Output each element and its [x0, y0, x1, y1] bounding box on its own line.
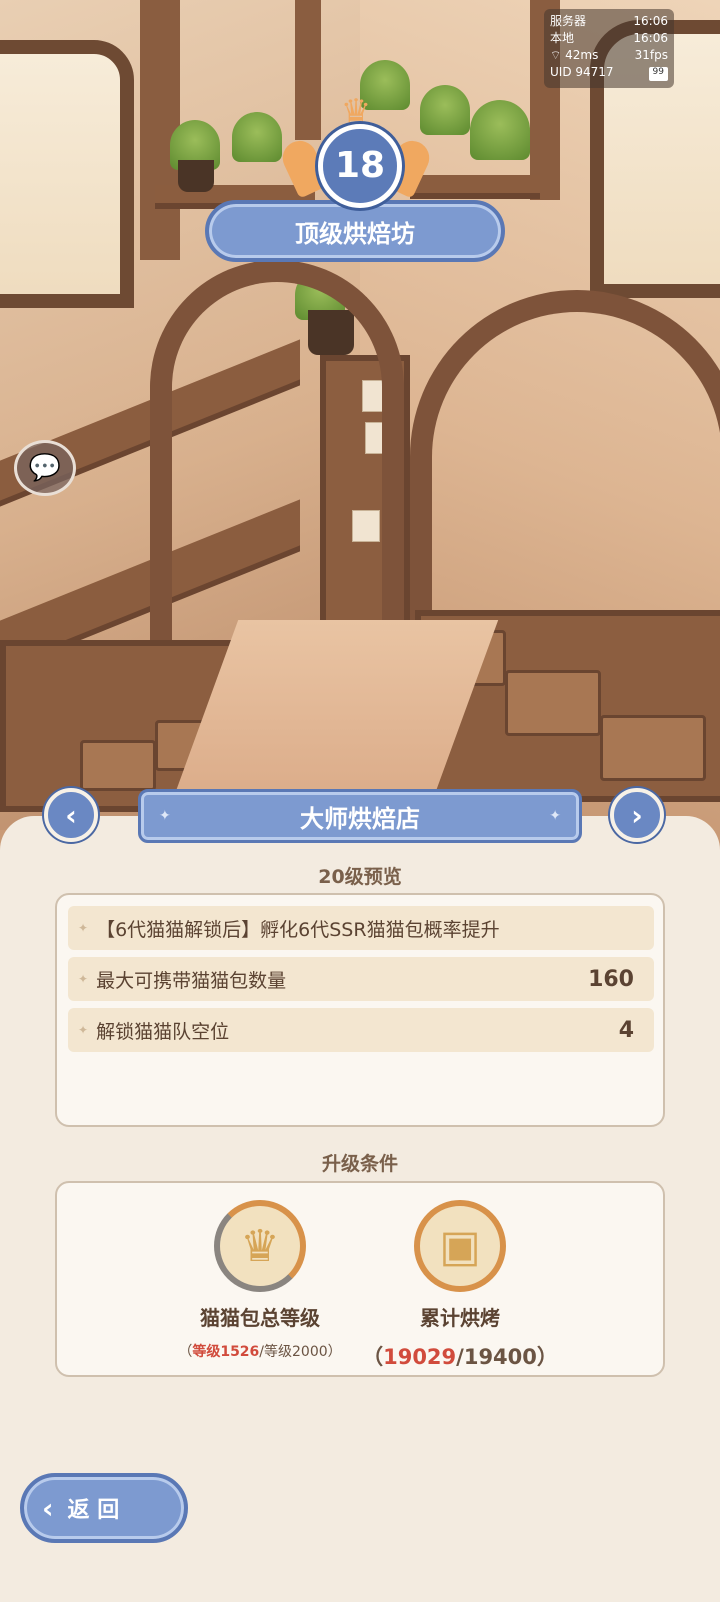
paren-close: ） [536, 1345, 558, 1369]
perk-preview-card: ✦ 【6代猫猫解锁后】孵化6代SSR猫猫包概率提升 ✦ 最大可携带猫猫包数量 1… [55, 893, 665, 1127]
back-button[interactable]: ‹ 返 回 [20, 1473, 188, 1543]
next-level-button[interactable]: › [610, 788, 664, 842]
paren-open: （ [362, 1345, 384, 1369]
perk-value: 160 [588, 966, 634, 992]
uid-text: UID 94717 [550, 65, 614, 79]
fps-value: 31fps [634, 48, 668, 62]
back-button-label: 返 回 [67, 1498, 120, 1523]
slash: / [456, 1345, 464, 1369]
drawer [505, 670, 601, 736]
sparkle-icon: ✦ [78, 1023, 89, 1037]
condition-progress: （19029/19400） [360, 1341, 560, 1371]
paren-open: （ [178, 1344, 193, 1360]
perk-row: ✦ 最大可携带猫猫包数量 160 [68, 957, 654, 1001]
condition-target: 19400 [463, 1345, 537, 1369]
oven-icon: ▣ [414, 1200, 506, 1292]
wifi-icon: ⌔ [550, 48, 562, 62]
condition-target: 等级2000 [264, 1344, 328, 1360]
back-arrow-icon: ‹ [42, 1491, 54, 1525]
local-time: 16:06 [633, 31, 668, 45]
sparkle-icon: ✦ [78, 972, 89, 986]
condition-current: 19029 [383, 1345, 457, 1369]
prev-level-button[interactable]: ‹ [44, 788, 98, 842]
condition-name: 累计烘烤 [420, 1306, 500, 1330]
perk-text: 解锁猫猫队空位 [96, 1020, 230, 1043]
condition-total-level: ♛ 猫猫包总等级 （等级1526/等级2000） [160, 1200, 360, 1361]
bakery-level-badge: ♛ 18 顶级烘焙坊 [205, 95, 505, 276]
server-time: 16:06 [633, 14, 668, 28]
conditions-section-title: 升级条件 [321, 1153, 398, 1175]
level-number: 18 [318, 124, 402, 208]
bakery-rank-title: 顶级烘焙坊 [205, 200, 505, 262]
local-label: 本地 [550, 31, 575, 45]
paren-close: ） [327, 1344, 342, 1360]
perk-text: 最大可携带猫猫包数量 [96, 969, 287, 992]
sparkle-icon: ✦ [159, 808, 171, 824]
panel-title: 大师烘焙店 [300, 804, 420, 833]
drawer [600, 715, 706, 781]
battery-icon: 99 [648, 67, 668, 81]
chat-bubble-icon: 💬 [28, 453, 62, 483]
server-label: 服务器 [550, 14, 587, 28]
chevron-left-icon: ‹ [65, 798, 77, 832]
perk-value: 4 [618, 1017, 634, 1043]
condition-current: 等级1526 [192, 1344, 260, 1360]
sparkle-icon: ✦ [78, 921, 89, 935]
perk-row: ✦ 【6代猫猫解锁后】孵化6代SSR猫猫包概率提升 [68, 906, 654, 950]
chevron-right-icon: › [631, 798, 643, 832]
sparkle-icon: ✦ [549, 808, 561, 824]
network-status-overlay: 服务器 16:06 本地 16:06 ⌔ 42ms 31fps UID 94717 99 [544, 9, 674, 88]
condition-name: 猫猫包总等级 [200, 1306, 320, 1330]
crown-cat-icon: ♛ [214, 1200, 306, 1292]
window-left [0, 40, 134, 308]
drawer [80, 740, 156, 791]
condition-progress: （等级1526/等级2000） [160, 1341, 360, 1361]
perk-text: 【6代猫猫解锁后】孵化6代SSR猫猫包概率提升 [96, 918, 500, 941]
preview-section-title: 20级预览 [318, 866, 402, 888]
perk-row: ✦ 解锁猫猫队空位 4 [68, 1008, 654, 1052]
panel-title-banner: ✦ 大师烘焙店 ✦ [138, 789, 582, 843]
condition-total-baking: ▣ 累计烘烤 （19029/19400） [360, 1200, 560, 1371]
chat-button[interactable]: 💬 [14, 440, 76, 496]
ping-value: 42ms [565, 48, 599, 62]
